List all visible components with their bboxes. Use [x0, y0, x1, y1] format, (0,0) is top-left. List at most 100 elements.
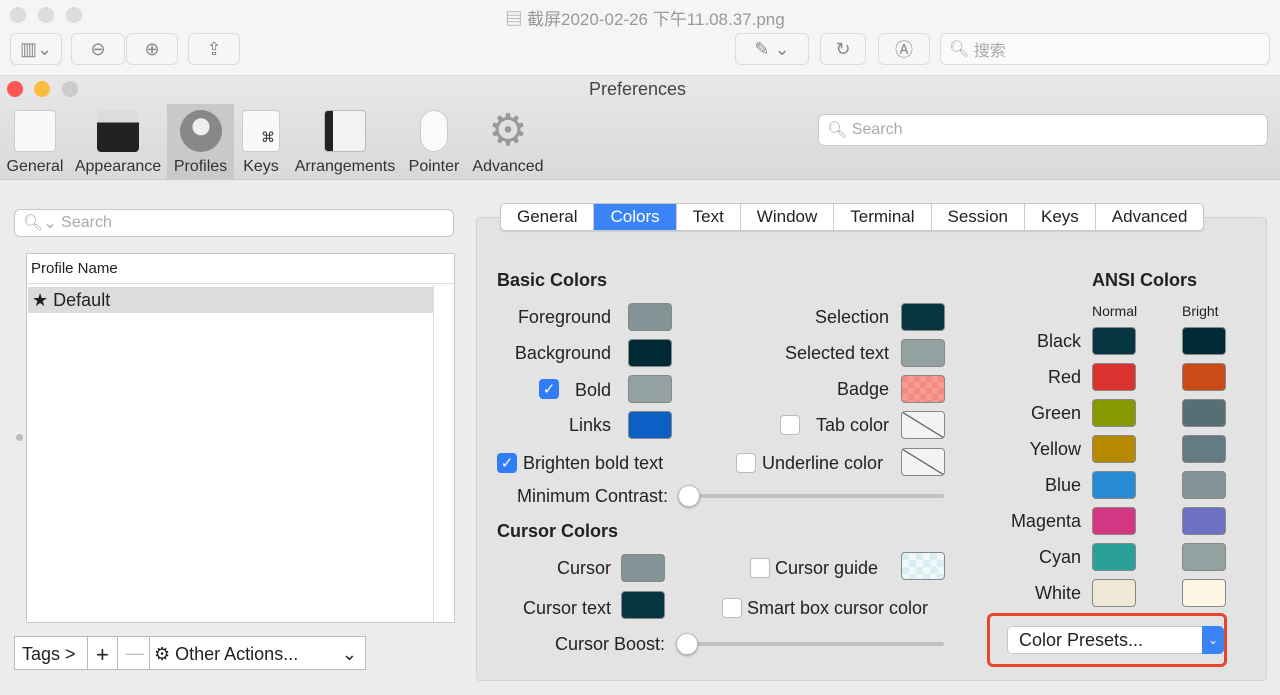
profile-column-header[interactable]: Profile Name — [27, 254, 454, 284]
ansi-bright-blue-swatch[interactable] — [1182, 471, 1226, 499]
tab-session[interactable]: Session — [931, 204, 1025, 230]
star-icon: ★ — [32, 290, 49, 310]
bold-swatch[interactable] — [628, 375, 672, 403]
cursor-boost-knob[interactable] — [676, 633, 698, 655]
other-actions-menu[interactable]: ⚙ Other Actions... ⌄ — [150, 637, 365, 669]
chevron-down-icon: ⌄ — [1202, 626, 1224, 654]
prefs-minimize-button[interactable] — [34, 81, 50, 97]
tab-colors[interactable]: Colors — [594, 204, 677, 230]
ansi-label-black: Black — [1036, 331, 1081, 351]
selected-text-swatch[interactable] — [901, 339, 945, 367]
underline-color-swatch[interactable] — [901, 448, 945, 476]
cursor-guide-checkbox[interactable] — [750, 558, 770, 578]
profile-search-input[interactable]: 🔍︎⌄ Search — [14, 209, 454, 237]
prefs-zoom-button[interactable] — [62, 81, 78, 97]
pref-tab-pointer[interactable]: Pointer — [406, 104, 462, 180]
cursor-swatch[interactable] — [621, 554, 665, 582]
annotate-button[interactable]: Ⓐ — [878, 33, 930, 65]
links-swatch[interactable] — [628, 411, 672, 439]
underline-color-label: Underline color — [762, 453, 884, 473]
tab-general[interactable]: General — [501, 204, 595, 230]
rotate-button[interactable]: ↻ — [820, 33, 866, 65]
preview-search-input[interactable]: 🔍︎ 搜索 — [940, 33, 1270, 65]
pref-tab-profiles[interactable]: Profiles — [167, 104, 234, 180]
ansi-bright-magenta-swatch[interactable] — [1182, 507, 1226, 535]
remove-profile-button[interactable]: — — [118, 637, 150, 669]
links-label: Links — [568, 415, 611, 435]
bright-column-label: Bright — [1182, 303, 1219, 319]
smart-box-label: Smart box cursor color — [747, 598, 929, 618]
search-icon: 🔍︎⌄ — [23, 215, 62, 232]
profile-scrollbar[interactable] — [433, 285, 434, 622]
pref-tab-arrangements[interactable]: Arrangements — [293, 104, 397, 180]
color-presets-dropdown[interactable]: Color Presets... ⌄ — [1007, 626, 1224, 654]
background-swatch[interactable] — [628, 339, 672, 367]
close-button[interactable] — [10, 7, 26, 23]
ansi-bright-white-swatch[interactable] — [1182, 579, 1226, 607]
ansi-bright-cyan-swatch[interactable] — [1182, 543, 1226, 571]
selection-swatch[interactable] — [901, 303, 945, 331]
rotate-icon: ↻ — [835, 38, 851, 59]
pref-tab-appearance[interactable]: Appearance — [73, 104, 163, 180]
prefs-close-button[interactable] — [7, 81, 23, 97]
ansi-bright-red-swatch[interactable] — [1182, 363, 1226, 391]
pen-icon: Ⓐ — [895, 40, 913, 60]
zoom-in-icon: ⊕ — [144, 38, 160, 59]
foreground-swatch[interactable] — [628, 303, 672, 331]
zoom-out-button[interactable]: ⊖ — [71, 33, 125, 65]
cursor-text-swatch[interactable] — [621, 591, 665, 619]
smart-box-checkbox[interactable] — [722, 598, 742, 618]
cursor-boost-slider[interactable] — [686, 642, 944, 646]
ansi-bright-black-swatch[interactable] — [1182, 327, 1226, 355]
pref-tab-keys[interactable]: ⌘ Keys — [240, 104, 282, 180]
underline-color-checkbox[interactable] — [736, 453, 756, 473]
pref-tab-advanced[interactable]: ⚙ Advanced — [470, 104, 546, 180]
tab-text[interactable]: Text — [676, 204, 741, 230]
prefs-search-input[interactable]: 🔍︎ Search — [818, 114, 1268, 146]
tab-color-swatch[interactable] — [901, 411, 945, 439]
split-handle[interactable] — [16, 434, 23, 441]
tab-terminal[interactable]: Terminal — [834, 204, 932, 230]
tab-bar: General Colors Text Window Terminal Sess… — [500, 203, 1205, 231]
ansi-bright-yellow-swatch[interactable] — [1182, 435, 1226, 463]
ansi-bright-green-swatch[interactable] — [1182, 399, 1226, 427]
share-button[interactable]: ⇪ — [188, 33, 240, 65]
ansi-label-cyan: Cyan — [1038, 547, 1081, 567]
min-contrast-slider[interactable] — [688, 494, 944, 498]
sidebar-toggle-button[interactable]: ▥⌄ — [10, 33, 62, 65]
cursor-guide-swatch[interactable] — [901, 552, 945, 580]
zoom-in-button[interactable]: ⊕ — [126, 33, 178, 65]
markup-button[interactable]: ✎ ⌄ — [735, 33, 809, 65]
prefs-title: Preferences — [588, 79, 687, 99]
cursor-boost-label: Cursor Boost: — [554, 634, 665, 654]
person-icon — [179, 110, 222, 152]
profile-actions-bar: Tags > + — ⚙ Other Actions... ⌄ — [14, 636, 366, 670]
minimize-button[interactable] — [38, 7, 54, 23]
switch-icon — [14, 110, 56, 152]
ansi-normal-yellow-swatch[interactable] — [1092, 435, 1136, 463]
ansi-normal-black-swatch[interactable] — [1092, 327, 1136, 355]
ansi-normal-magenta-swatch[interactable] — [1092, 507, 1136, 535]
profile-row[interactable]: ★ Default — [28, 287, 434, 313]
min-contrast-knob[interactable] — [678, 485, 700, 507]
tab-keys[interactable]: Keys — [1025, 204, 1096, 230]
tab-advanced[interactable]: Advanced — [1095, 204, 1204, 230]
badge-swatch[interactable] — [901, 375, 945, 403]
ansi-normal-cyan-swatch[interactable] — [1092, 543, 1136, 571]
cursor-guide-label: Cursor guide — [775, 558, 879, 578]
ansi-normal-blue-swatch[interactable] — [1092, 471, 1136, 499]
add-profile-button[interactable]: + — [88, 637, 118, 669]
zoom-button[interactable] — [66, 7, 82, 23]
foreground-label: Foreground — [517, 307, 611, 327]
ansi-normal-green-swatch[interactable] — [1092, 399, 1136, 427]
pref-tab-general[interactable]: General — [5, 104, 65, 180]
ansi-label-red: Red — [1047, 367, 1081, 387]
ansi-normal-white-swatch[interactable] — [1092, 579, 1136, 607]
file-icon: ▤ — [505, 10, 528, 29]
tags-button[interactable]: Tags > — [15, 637, 88, 669]
tab-color-checkbox[interactable] — [780, 415, 800, 435]
brighten-bold-checkbox[interactable]: ✓ — [497, 453, 517, 473]
cursor-text-label: Cursor text — [522, 598, 611, 618]
ansi-normal-red-swatch[interactable] — [1092, 363, 1136, 391]
tab-window[interactable]: Window — [740, 204, 835, 230]
